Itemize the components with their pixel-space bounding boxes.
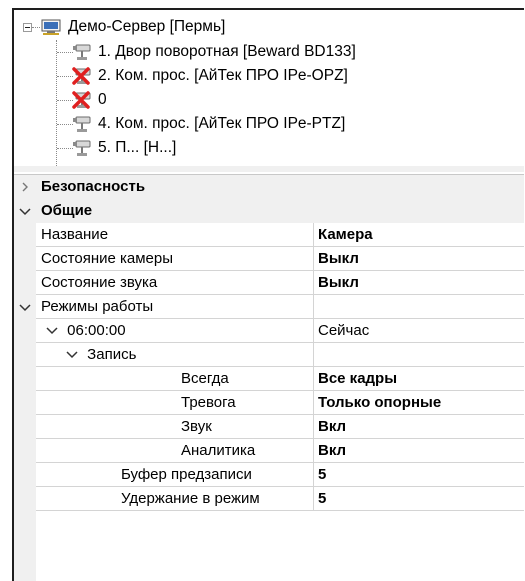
tree-node-label: 1. Двор поворотная [Beward BD133] — [98, 43, 356, 60]
device-tree[interactable]: Демо-Сервер [Пермь] 1. Двор поворотная [… — [14, 10, 524, 172]
property-name: Режимы работы — [36, 295, 314, 319]
tree-node-label: 0 — [98, 91, 107, 108]
tree-scroll-region[interactable] — [14, 166, 524, 172]
tree-node-label: 2. Ком. прос. [АйТек ПРО IPe-OPZ] — [98, 67, 348, 84]
property-row-expandable[interactable]: 06:00:00 Сейчас — [14, 319, 524, 343]
property-name: Аналитика — [36, 439, 314, 463]
chevron-right-icon[interactable] — [14, 175, 36, 199]
tree-node-server[interactable]: Демо-Сервер [Пермь] — [40, 16, 225, 38]
property-value[interactable]: Выкл — [314, 271, 524, 295]
tree-connector — [56, 40, 57, 172]
property-row[interactable]: Название Камера — [14, 223, 524, 247]
property-name: Название — [36, 223, 314, 247]
property-name: Всегда — [36, 367, 314, 391]
server-icon — [40, 17, 64, 37]
property-value[interactable]: 5 — [314, 487, 524, 511]
property-row[interactable]: Состояние звука Выкл — [14, 271, 524, 295]
property-name: 06:00:00 — [36, 319, 314, 343]
property-row[interactable]: Аналитика Вкл — [14, 439, 524, 463]
category-security[interactable]: Безопасность — [14, 175, 524, 199]
property-value[interactable]: Камера — [314, 223, 524, 247]
properties-panel: Демо-Сервер [Пермь] 1. Двор поворотная [… — [12, 8, 524, 581]
tree-node-camera[interactable]: 0 — [70, 89, 107, 111]
tree-node-camera[interactable]: 5. П... [Н...] — [70, 137, 176, 159]
property-name: Запись — [36, 343, 314, 367]
property-row-expandable[interactable]: Режимы работы — [14, 295, 524, 319]
camera-icon — [70, 42, 94, 62]
property-row[interactable]: Буфер предзаписи 5 — [14, 463, 524, 487]
property-value[interactable]: Вкл — [314, 439, 524, 463]
property-grid[interactable]: Безопасность Общие Название Камера Состо… — [14, 174, 524, 581]
tree-node-label: 5. П... [Н...] — [98, 139, 177, 156]
property-value[interactable] — [314, 343, 524, 367]
property-value[interactable]: 5 — [314, 463, 524, 487]
tree-node-camera[interactable]: 4. Ком. прос. [АйТек ПРО IPe-PTZ] — [70, 113, 345, 135]
tree-node-label: 4. Ком. прос. [АйТек ПРО IPe-PTZ] — [98, 115, 346, 132]
property-value[interactable]: Сейчас — [314, 319, 524, 343]
tree-node-label: Демо-Сервер [Пермь] — [68, 18, 226, 35]
category-label: Безопасность — [41, 178, 146, 195]
property-name: Состояние камеры — [36, 247, 314, 271]
chevron-down-icon[interactable] — [45, 320, 59, 342]
property-value[interactable]: Все кадры — [314, 367, 524, 391]
tree-node-camera[interactable]: 2. Ком. прос. [АйТек ПРО IPe-OPZ] — [70, 65, 348, 87]
chevron-down-icon[interactable] — [14, 199, 36, 223]
property-name: Тревога — [36, 391, 314, 415]
camera-icon — [70, 138, 94, 158]
property-name: Удержание в режим — [36, 487, 314, 511]
property-row[interactable]: Звук Вкл — [14, 415, 524, 439]
property-row[interactable]: Удержание в режим 5 — [14, 487, 524, 511]
property-row[interactable]: Состояние камеры Выкл — [14, 247, 524, 271]
property-name: Звук — [36, 415, 314, 439]
camera-disabled-icon — [70, 90, 94, 110]
property-value[interactable]: Вкл — [314, 415, 524, 439]
property-name: Буфер предзаписи — [36, 463, 314, 487]
camera-disabled-icon — [70, 66, 94, 86]
property-row-expandable[interactable]: Запись — [14, 343, 524, 367]
property-value[interactable] — [314, 295, 524, 319]
category-label: Общие — [41, 202, 93, 219]
chevron-down-icon[interactable] — [14, 295, 36, 319]
property-name: Состояние звука — [36, 271, 314, 295]
category-general[interactable]: Общие — [14, 199, 524, 223]
collapse-toggle[interactable] — [23, 23, 32, 32]
property-row[interactable]: Тревога Только опорные — [14, 391, 524, 415]
tree-node-camera[interactable]: 1. Двор поворотная [Beward BD133] — [70, 41, 356, 63]
chevron-down-icon[interactable] — [65, 344, 79, 366]
tree-connector — [32, 27, 40, 28]
camera-icon — [70, 114, 94, 134]
property-row[interactable]: Всегда Все кадры — [14, 367, 524, 391]
property-value[interactable]: Только опорные — [314, 391, 524, 415]
property-value[interactable]: Выкл — [314, 247, 524, 271]
